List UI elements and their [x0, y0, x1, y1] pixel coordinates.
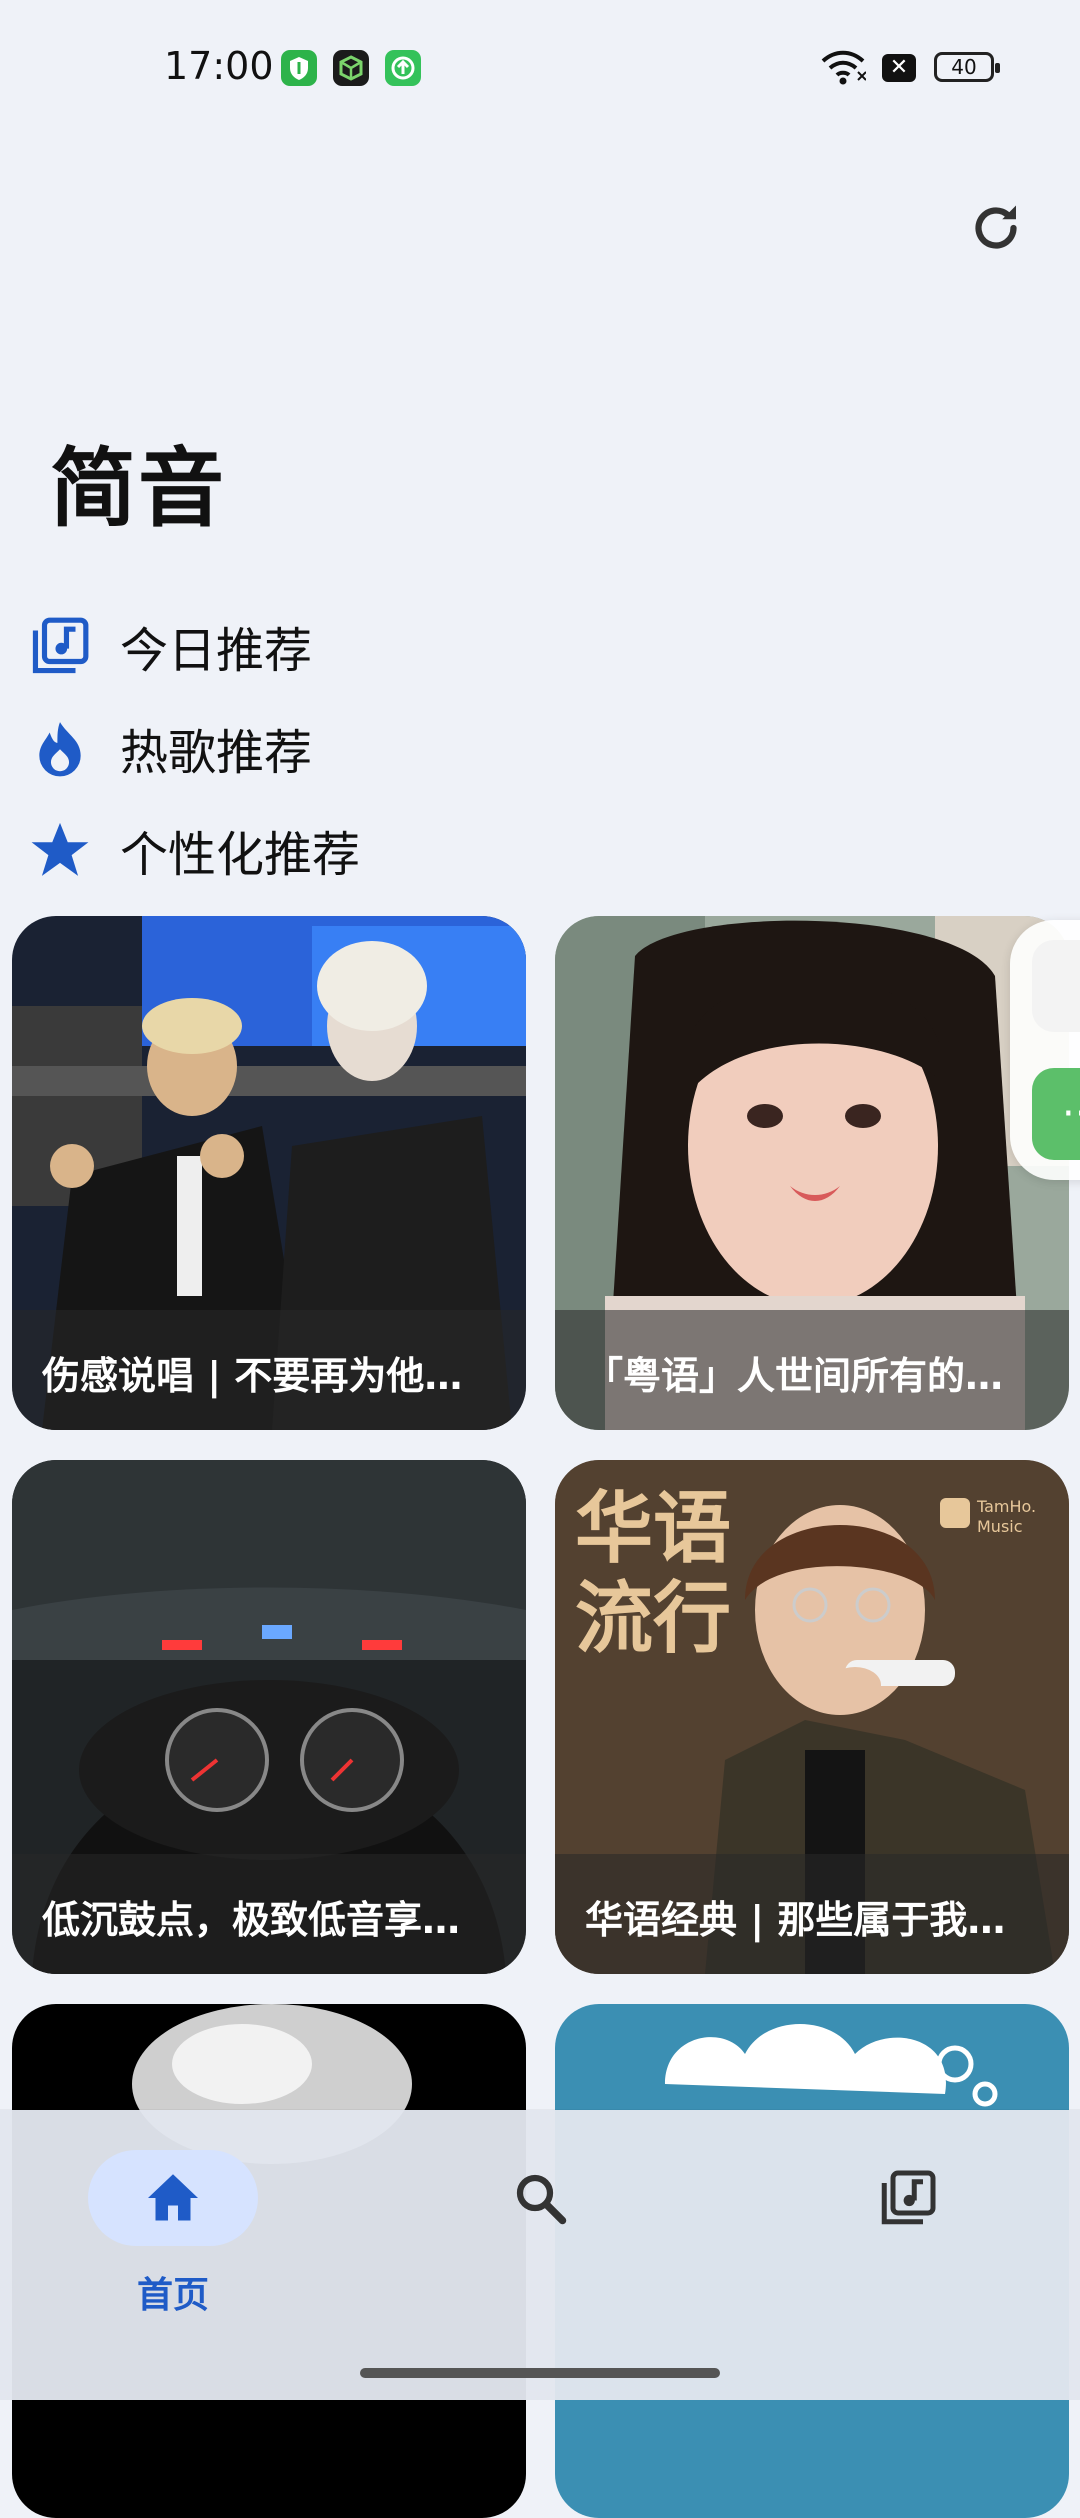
playlist-title: 「粤语」人世间所有的… [585, 1354, 1004, 1398]
playlist-card[interactable]: 「粤语」人世间所有的… [555, 916, 1069, 1430]
flame-icon [28, 716, 92, 780]
menu-item-label: 热歌推荐 [120, 725, 313, 781]
page-title: 简音 [50, 439, 226, 539]
search-icon [510, 2168, 570, 2228]
music-library-icon [878, 2168, 938, 2228]
wifi-icon [820, 48, 867, 86]
nav-search[interactable] [455, 2150, 625, 2330]
nav-home[interactable]: 首页 [88, 2150, 258, 2330]
floating-side-panel[interactable]: ·· [1010, 920, 1080, 1180]
menu-item-label: 个性化推荐 [120, 827, 361, 883]
refresh-icon [975, 205, 1017, 249]
svg-text:Music: Music [977, 1517, 1023, 1536]
refresh-button[interactable] [966, 198, 1026, 258]
shield-app-icon [281, 50, 317, 86]
floating-chat-button[interactable]: ·· [1032, 1068, 1080, 1160]
playlist-title: 华语经典 | 那些属于我… [585, 1898, 1006, 1942]
status-bar: 17:00 ✕ 40 [0, 0, 1080, 130]
svg-text:TamHo.: TamHo. [976, 1497, 1036, 1516]
music-library-icon [28, 614, 92, 678]
menu-item-label: 今日推荐 [120, 623, 313, 679]
upload-app-icon [385, 50, 421, 86]
status-time: 17:00 [164, 44, 274, 88]
nav-library[interactable] [823, 2150, 993, 2330]
playlist-title: 伤感说唱 | 不要再为他… [42, 1354, 463, 1398]
cover-text: 流行 [575, 1574, 731, 1664]
menu-item-personal[interactable]: 个性化推荐 [28, 810, 528, 890]
box-app-icon [333, 50, 369, 86]
floating-panel-button[interactable] [1032, 940, 1080, 1032]
no-sim-icon: ✕ [882, 54, 916, 82]
playlist-card[interactable]: 华语 流行 TamHo. Music 华语经典 | 那些属于我… [555, 1460, 1069, 1974]
menu-item-today[interactable]: 今日推荐 [28, 606, 528, 686]
playlist-card[interactable]: 低沉鼓点，极致低音享… [12, 1460, 526, 1974]
home-indicator[interactable] [360, 2368, 720, 2378]
menu-item-hot[interactable]: 热歌推荐 [28, 708, 528, 788]
bottom-navigation: 首页 [0, 2110, 1080, 2400]
playlist-card[interactable]: 伤感说唱 | 不要再为他… [12, 916, 526, 1430]
battery-icon: 40 [934, 52, 1000, 82]
star-icon [28, 818, 92, 882]
playlist-title: 低沉鼓点，极致低音享… [42, 1898, 461, 1942]
nav-label: 首页 [136, 2275, 209, 2316]
home-icon [143, 2168, 203, 2228]
cover-text: 华语 [575, 1484, 731, 1574]
